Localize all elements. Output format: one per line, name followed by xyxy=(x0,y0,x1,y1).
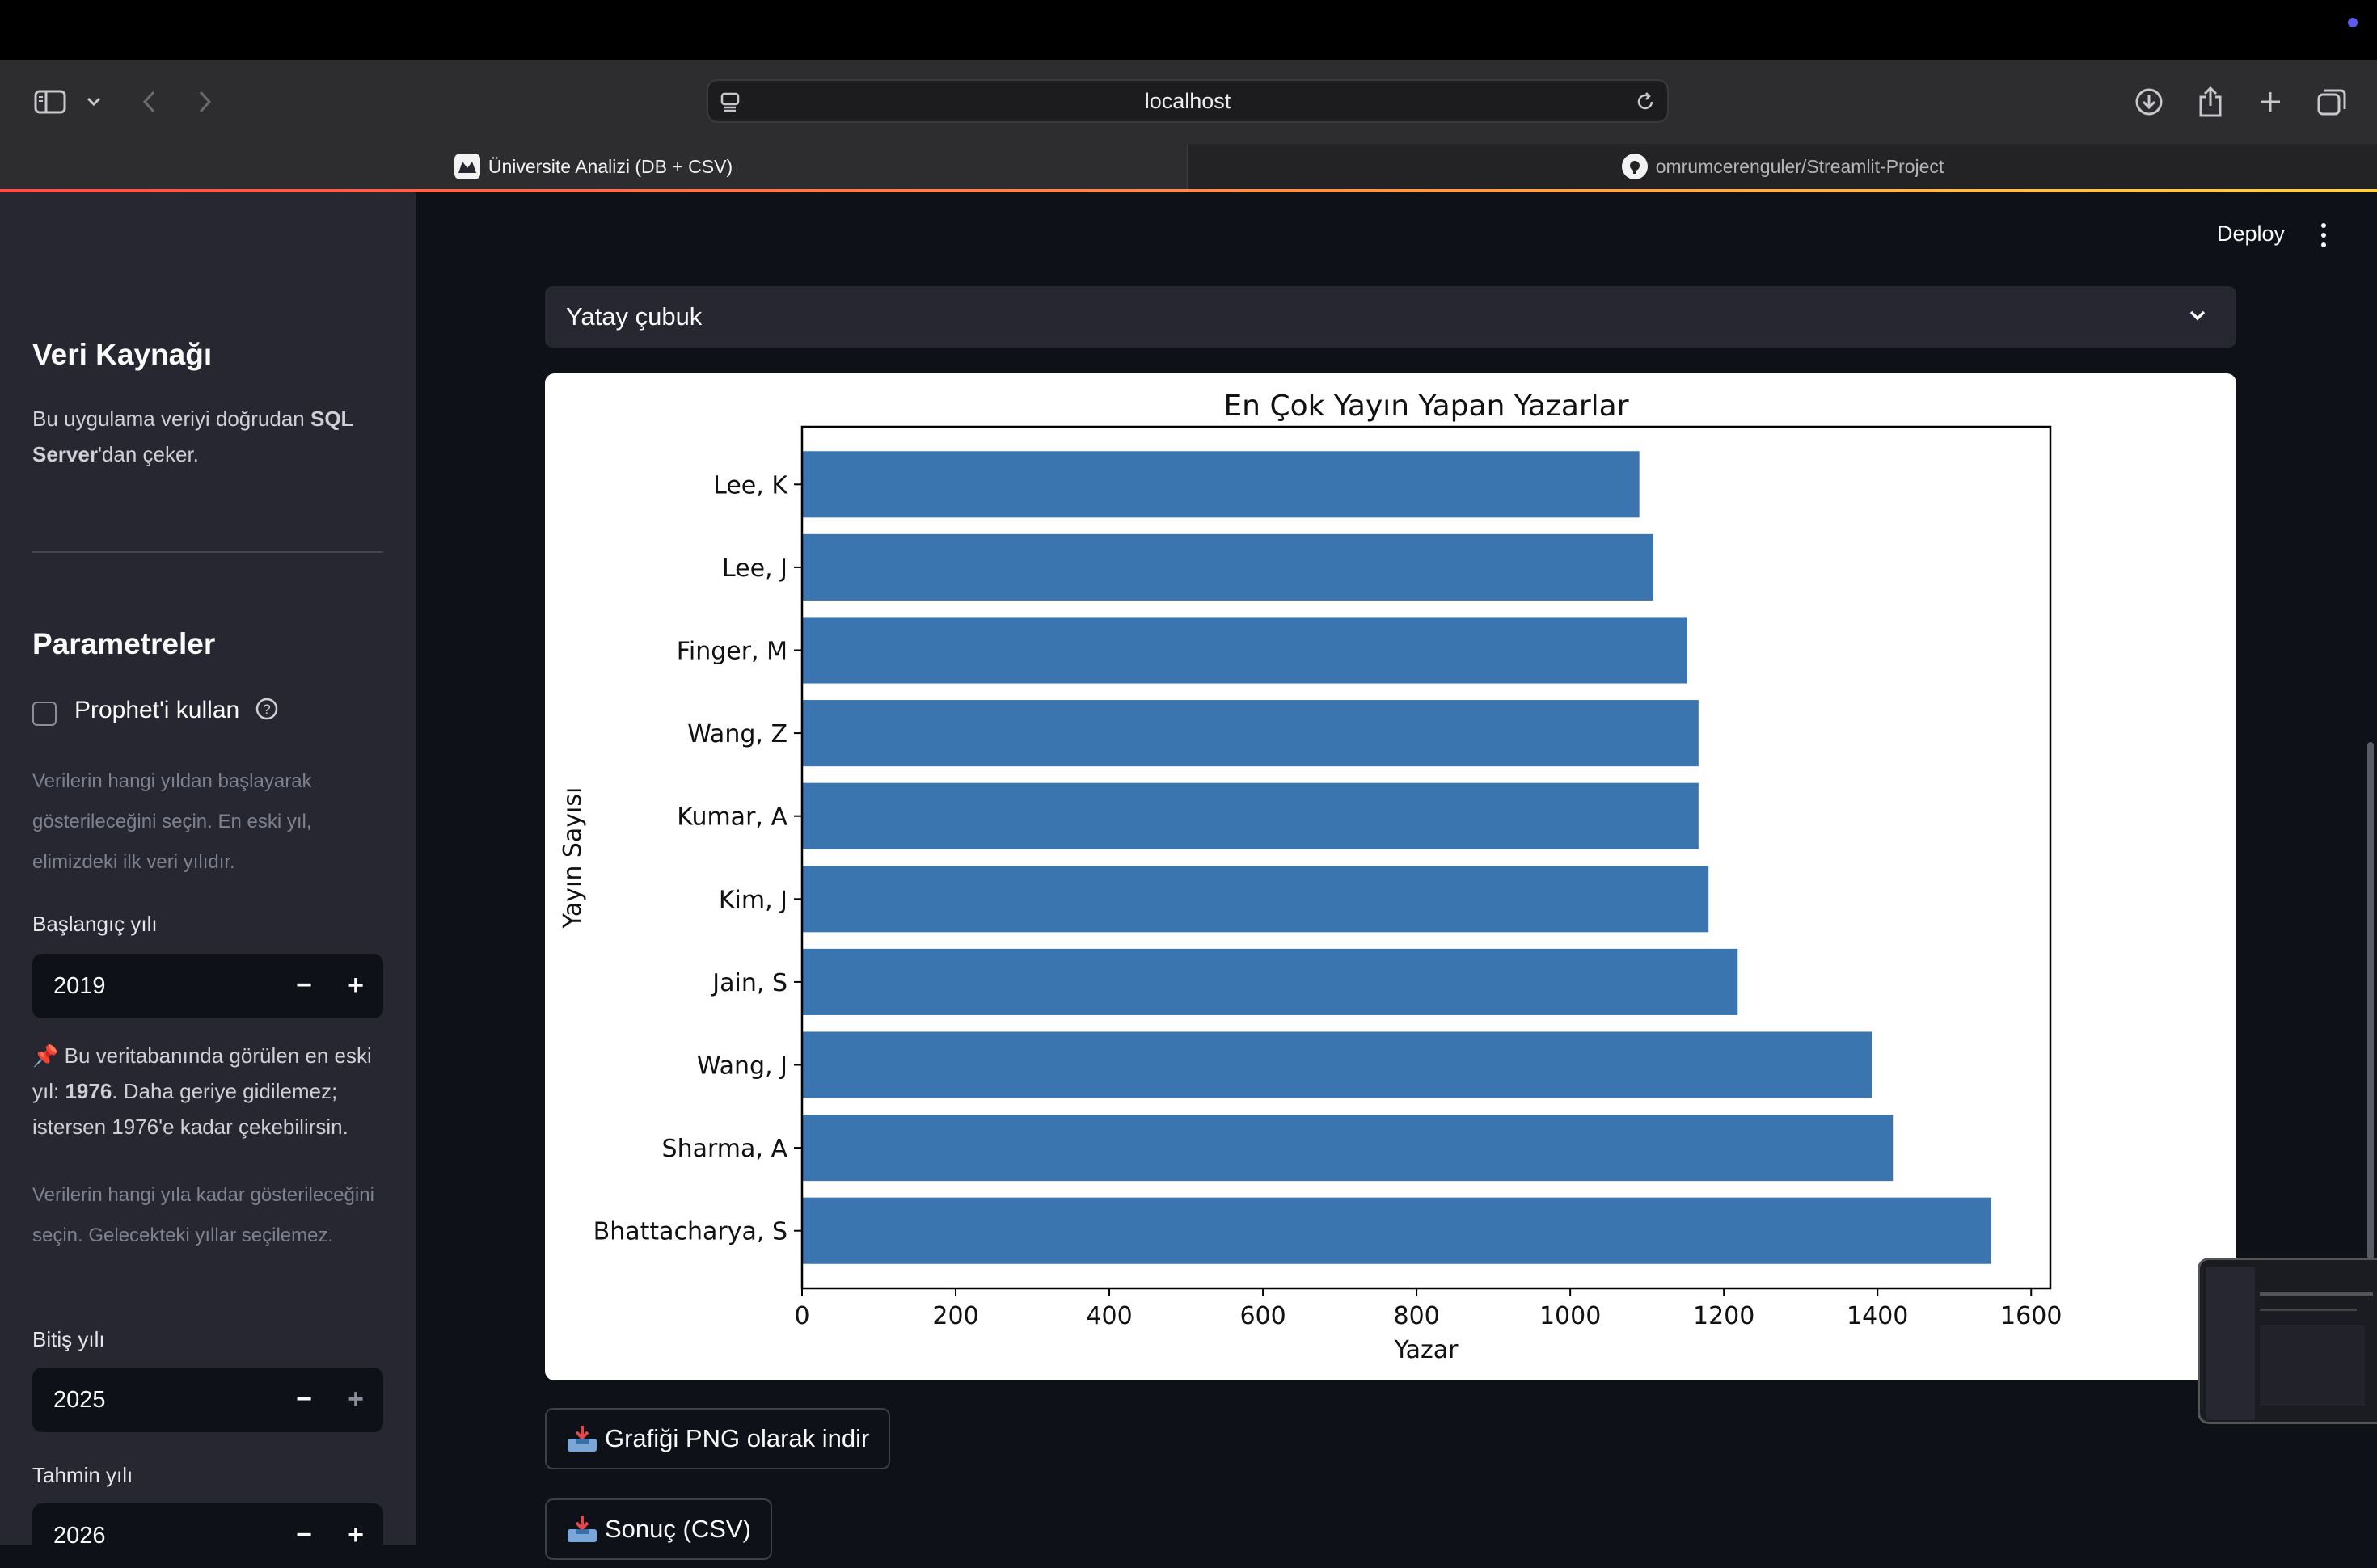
download-png-button[interactable]: Grafiği PNG olarak indir xyxy=(545,1408,891,1469)
start-year-increment-button[interactable]: + xyxy=(333,954,378,1018)
download-csv-button[interactable]: Sonuç (CSV) xyxy=(545,1498,772,1560)
svg-text:?: ? xyxy=(263,702,270,717)
bar xyxy=(802,1115,1894,1182)
y-tick-label: Kim, J xyxy=(719,886,787,914)
sidebar: Veri Kaynağı Bu uygulama veriyi doğrudan… xyxy=(0,192,416,1545)
streamlit-favicon-icon xyxy=(454,154,480,179)
reload-icon[interactable] xyxy=(1635,91,1656,112)
oldest-year-note: 📌 Bu veritabanında görülen en eski yıl: … xyxy=(32,1043,372,1139)
chevron-down-icon[interactable] xyxy=(84,81,103,123)
bar xyxy=(802,533,1653,601)
bar xyxy=(802,948,1738,1015)
bar xyxy=(802,617,1687,684)
forecast-year-decrement-button[interactable]: − xyxy=(281,1503,327,1568)
y-tick-label: Wang, J xyxy=(697,1052,787,1081)
y-tick-label: Jain, S xyxy=(711,969,787,997)
x-tick-label: 400 xyxy=(1086,1302,1132,1330)
end-year-increment-button[interactable]: + xyxy=(333,1368,378,1432)
start-year-input[interactable]: 2019 xyxy=(53,954,106,1018)
params-title: Parametreler xyxy=(32,627,216,660)
new-tab-icon[interactable] xyxy=(2256,81,2285,123)
forecast-year-stepper[interactable]: 2026 − + xyxy=(32,1503,383,1568)
bar-chart: En Çok Yayın Yapan Yazarlar Lee, K Lee, J F… xyxy=(559,390,2062,1364)
url-text: localhost xyxy=(1144,89,1231,113)
start-year-help: Verilerin hangi yıldan başlayarak göster… xyxy=(32,770,312,873)
end-year-decrement-button[interactable]: − xyxy=(281,1368,327,1432)
download-icon[interactable] xyxy=(2133,81,2165,123)
x-tick-label: 200 xyxy=(932,1302,978,1330)
x-tick-label: 800 xyxy=(1393,1302,1439,1330)
tab-title: Üniversite Analizi (DB + CSV) xyxy=(488,155,733,177)
page-scrollbar[interactable] xyxy=(2367,742,2374,1259)
address-bar[interactable]: localhost xyxy=(707,79,1669,123)
main-menu-icon[interactable] xyxy=(2319,223,2328,247)
inbox-tray-icon xyxy=(566,1424,598,1453)
prophet-checkbox[interactable] xyxy=(32,702,57,726)
y-tick-label: Sharma, A xyxy=(662,1135,788,1163)
x-tick-label: 1400 xyxy=(1847,1302,1908,1330)
bar xyxy=(802,451,1640,518)
y-tick-label: Bhattacharya, S xyxy=(593,1218,787,1246)
share-icon[interactable] xyxy=(2194,81,2227,123)
pushpin-icon: 📌 xyxy=(32,1043,59,1068)
start-year-stepper[interactable]: 2019 − + xyxy=(32,954,383,1018)
screenshot-thumbnail[interactable] xyxy=(2198,1258,2377,1424)
help-icon[interactable]: ? xyxy=(255,697,279,721)
forecast-year-label: Tahmin yılı xyxy=(32,1463,133,1487)
back-icon[interactable] xyxy=(137,81,160,123)
forecast-year-increment-button[interactable]: + xyxy=(333,1503,378,1568)
prophet-label[interactable]: Prophet'i kullan ? xyxy=(74,697,427,724)
start-year-decrement-button[interactable]: − xyxy=(281,954,327,1018)
end-year-help: Verilerin hangi yıla kadar gösterileceği… xyxy=(32,1184,374,1246)
end-year-stepper[interactable]: 2025 − + xyxy=(32,1368,383,1432)
x-tick-label: 1000 xyxy=(1539,1302,1601,1330)
source-title: Veri Kaynağı xyxy=(32,338,213,371)
tab-github[interactable]: omrumcerenguler/Streamlit-Project xyxy=(1188,144,2377,189)
tab-universite-analizi[interactable]: Üniversite Analizi (DB + CSV) xyxy=(0,144,1188,189)
tab-overview-icon[interactable] xyxy=(2316,81,2348,123)
inbox-tray-icon xyxy=(566,1515,598,1544)
tab-bar: Üniversite Analizi (DB + CSV) omrumceren… xyxy=(0,144,2377,189)
x-tick-label: 1200 xyxy=(1693,1302,1754,1330)
chart-container: En Çok Yayın Yapan Yazarlar Lee, K Lee, J F… xyxy=(545,373,2236,1380)
github-icon xyxy=(1621,154,1648,179)
tab-title: omrumcerenguler/Streamlit-Project xyxy=(1655,155,1944,177)
chart-type-selected: Yatay çubuk xyxy=(566,302,703,331)
deploy-button[interactable]: Deploy xyxy=(2217,221,2285,247)
x-tick-label: 600 xyxy=(1239,1302,1286,1330)
y-tick-label: Kumar, A xyxy=(677,803,787,832)
y-tick-label: Lee, J xyxy=(722,554,787,583)
x-tick-label: 1600 xyxy=(2000,1302,2062,1330)
end-year-input[interactable]: 2025 xyxy=(53,1368,106,1432)
start-year-label: Başlangıç yılı xyxy=(32,912,158,936)
chart-title: En Çok Yayın Yapan Yazarlar xyxy=(1223,390,1628,423)
bar xyxy=(802,700,1699,767)
bar xyxy=(802,782,1699,849)
y-tick-label: Lee, K xyxy=(713,471,788,499)
end-year-label: Bitiş yılı xyxy=(32,1327,105,1351)
forecast-year-input[interactable]: 2026 xyxy=(53,1503,106,1568)
bar xyxy=(802,866,1709,933)
x-tick-label: 0 xyxy=(794,1302,809,1330)
chevron-down-icon xyxy=(2189,310,2206,321)
y-tick-label: Finger, M xyxy=(677,638,787,666)
chart-type-select[interactable]: Yatay çubuk xyxy=(545,286,2236,348)
system-menu-bar xyxy=(0,0,2377,60)
bar xyxy=(802,1197,1991,1264)
x-axis-label: Yazar xyxy=(1393,1336,1459,1364)
bar xyxy=(802,1031,1872,1098)
y-axis-label: Yayın Sayısı xyxy=(559,787,587,929)
sidebar-divider xyxy=(32,551,383,553)
status-dot xyxy=(2348,18,2358,27)
y-tick-label: Wang, Z xyxy=(687,720,787,748)
source-text: Bu uygulama veriyi doğrudan SQL Server'd… xyxy=(32,407,353,466)
forward-icon[interactable] xyxy=(194,81,217,123)
sidebar-toggle-icon[interactable] xyxy=(31,81,70,123)
